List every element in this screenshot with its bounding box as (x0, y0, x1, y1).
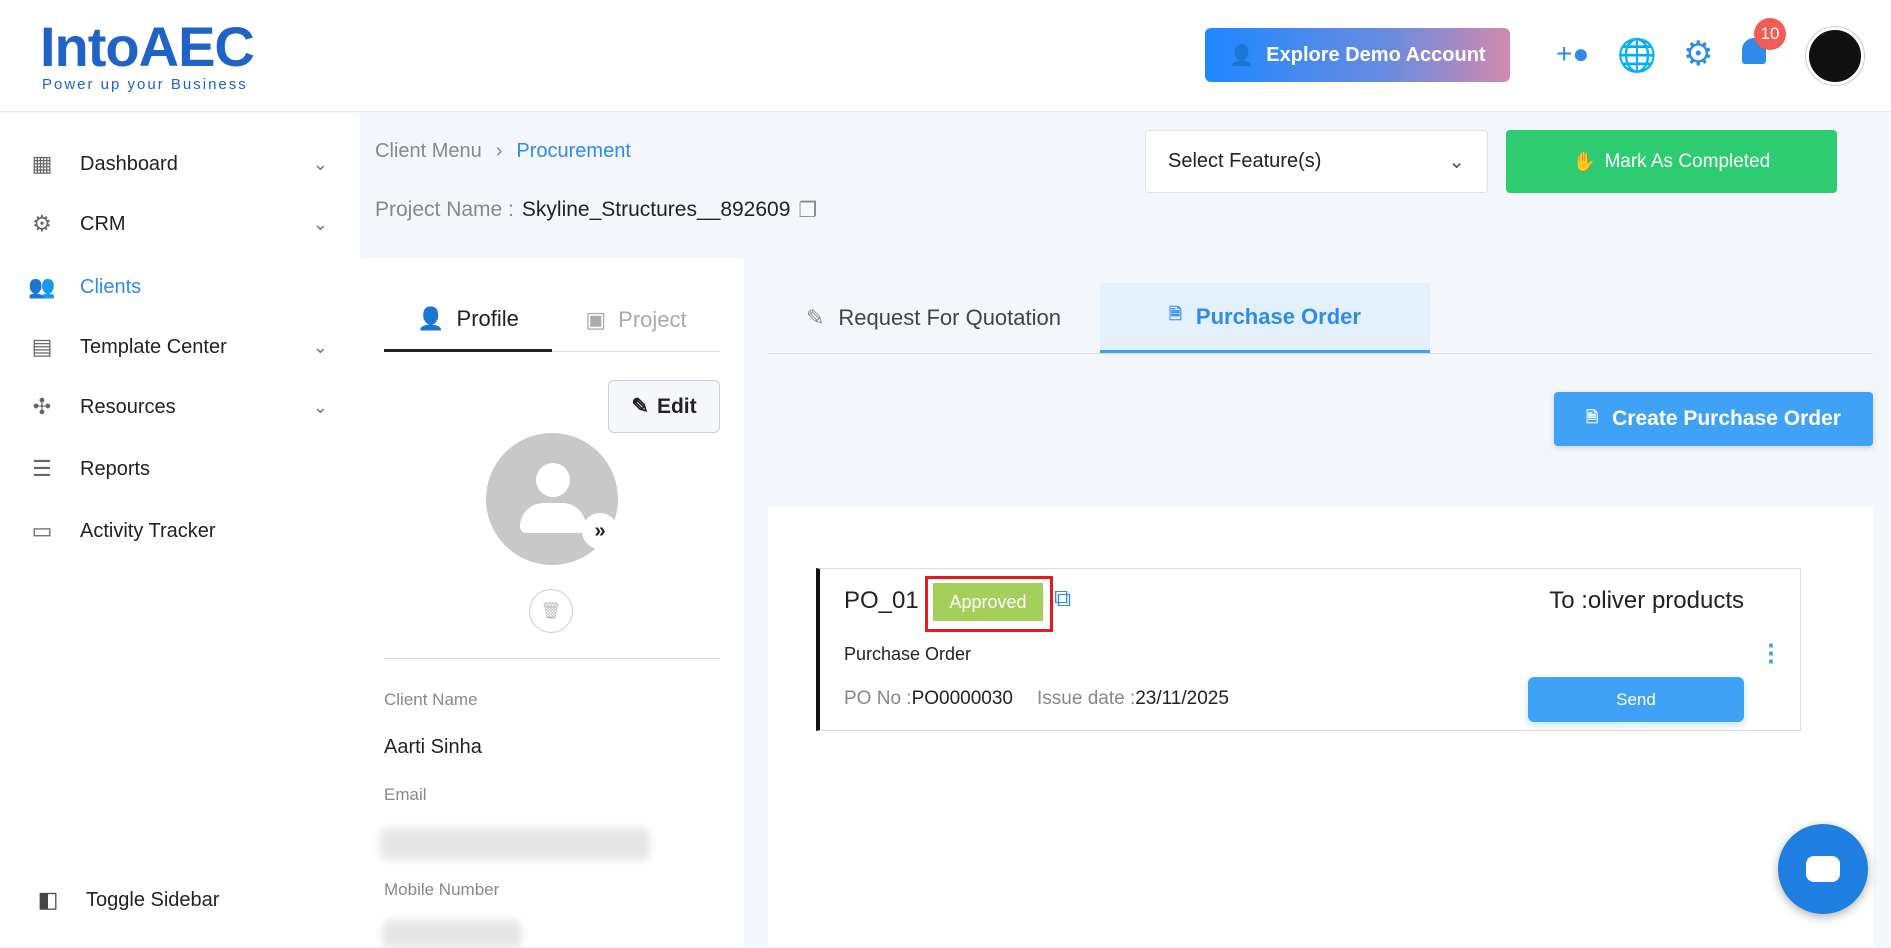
edit-doc-icon: ✎ (805, 305, 825, 330)
sidebar: ▦ Dashboard ⌄ ⚙ CRM ⌄ 👥 Clients ▤ Template Cen… (0, 113, 360, 947)
edit-button[interactable]: ✎ Edit (608, 380, 720, 433)
status-badge: Approved (933, 583, 1043, 621)
profile-card: 👤 Profile ▣ Project ✎ Edit » 🗑 Client Name … (360, 258, 744, 948)
add-user-icon[interactable]: +● (1556, 38, 1589, 70)
person-icon: 👤 (417, 305, 445, 331)
document-icon: 🗎 (1169, 306, 1182, 323)
tab-purchase-order[interactable]: 🗎 Purchase Order (1100, 283, 1430, 353)
chevron-down-icon: ⌄ (312, 153, 328, 174)
select-feature-dropdown[interactable]: Select Feature(s) ⌄ (1145, 130, 1488, 193)
chevron-down-icon: ⌄ (312, 213, 328, 234)
po-title: PO_01 (844, 587, 919, 614)
reports-icon: ☰ (32, 456, 52, 481)
resources-icon: ✣ (32, 394, 52, 419)
notification-badge: 10 (1754, 18, 1786, 50)
dashboard-icon: ▦ (31, 151, 53, 176)
more-options-icon[interactable]: · · · (1767, 632, 1776, 674)
tab-profile[interactable]: 👤 Profile (384, 288, 552, 352)
external-link-icon[interactable]: ⧉ (1054, 585, 1071, 613)
purchase-order-panel: PO_01 Approved ⧉ To :oliver products Pur… (768, 507, 1873, 947)
mobile-blurred (382, 920, 522, 948)
mark-as-completed-button[interactable]: ✋ Mark As Completed (1506, 130, 1837, 193)
breadcrumb-procurement[interactable]: Procurement (516, 140, 631, 163)
top-header: IntoAEC Power up your Business 👤 Explore … (0, 0, 1891, 112)
sidebar-item-clients[interactable]: 👥 Clients (28, 267, 328, 307)
chevron-right-icon: › (495, 140, 503, 162)
sidebar-item-activity-tracker[interactable]: ▭ Activity Tracker (28, 511, 328, 551)
delete-avatar-icon[interactable]: 🗑 (529, 589, 573, 633)
breadcrumb-client-menu[interactable]: Client Menu (375, 140, 482, 163)
template-icon: ▤ (31, 334, 53, 359)
email-blurred (380, 828, 650, 860)
tab-request-for-quotation[interactable]: ✎ Request For Quotation (768, 283, 1099, 353)
sidebar-item-resources[interactable]: ✣ Resources ⌄ (28, 387, 328, 427)
sidebar-item-reports[interactable]: ☰ Reports (28, 449, 328, 489)
po-card[interactable]: PO_01 Approved ⧉ To :oliver products Pur… (816, 568, 1801, 731)
sidebar-toggle-icon: ◧ (37, 887, 59, 912)
po-recipient: To :oliver products (1549, 587, 1744, 614)
user-avatar[interactable] (1806, 27, 1864, 85)
chevron-down-icon: ⌄ (1448, 151, 1465, 173)
po-details: PO No :PO0000030 Issue date :23/11/2025 (844, 688, 1229, 709)
divider (384, 658, 720, 659)
logo[interactable]: IntoAEC Power up your Business (40, 18, 255, 94)
create-purchase-order-button[interactable]: 🗎 Create Purchase Order (1554, 392, 1873, 446)
chat-icon (1806, 856, 1840, 882)
client-name: Aarti Sinha (384, 736, 482, 758)
user-switch-icon: 👤 (1229, 44, 1255, 67)
client-avatar[interactable]: » (486, 433, 618, 565)
globe-icon[interactable]: 🌐 (1617, 36, 1657, 74)
document-icon: 🗎 (1586, 408, 1599, 426)
project-name: Project Name : Skyline_Structures__892609… (375, 198, 818, 223)
sidebar-item-dashboard[interactable]: ▦ Dashboard ⌄ (28, 144, 328, 184)
breadcrumb: Client Menu › Procurement (375, 140, 631, 163)
copy-icon[interactable]: ❐ (798, 198, 817, 223)
explore-demo-button[interactable]: 👤 Explore Demo Account (1205, 28, 1510, 82)
tab-divider (768, 353, 1873, 354)
activity-icon: ▭ (31, 518, 53, 543)
send-button[interactable]: Send (1528, 677, 1744, 722)
chevron-down-icon: ⌄ (312, 396, 328, 417)
pencil-icon: ✎ (631, 395, 649, 418)
crm-icon: ⚙ (32, 211, 52, 236)
sidebar-item-template-center[interactable]: ▤ Template Center ⌄ (28, 327, 328, 367)
handshake-icon: ✋ (1572, 151, 1597, 173)
sidebar-item-crm[interactable]: ⚙ CRM ⌄ (28, 204, 328, 244)
project-icon: ▣ (585, 306, 607, 332)
toggle-sidebar-button[interactable]: ◧ Toggle Sidebar (34, 880, 334, 920)
gear-icon[interactable]: ⚙ (1683, 34, 1713, 74)
clients-icon: 👥 (28, 274, 56, 299)
chat-button[interactable] (1778, 824, 1868, 914)
chevron-down-icon: ⌄ (312, 336, 328, 357)
tab-project[interactable]: ▣ Project (552, 288, 720, 352)
expand-icon[interactable]: » (582, 513, 618, 549)
